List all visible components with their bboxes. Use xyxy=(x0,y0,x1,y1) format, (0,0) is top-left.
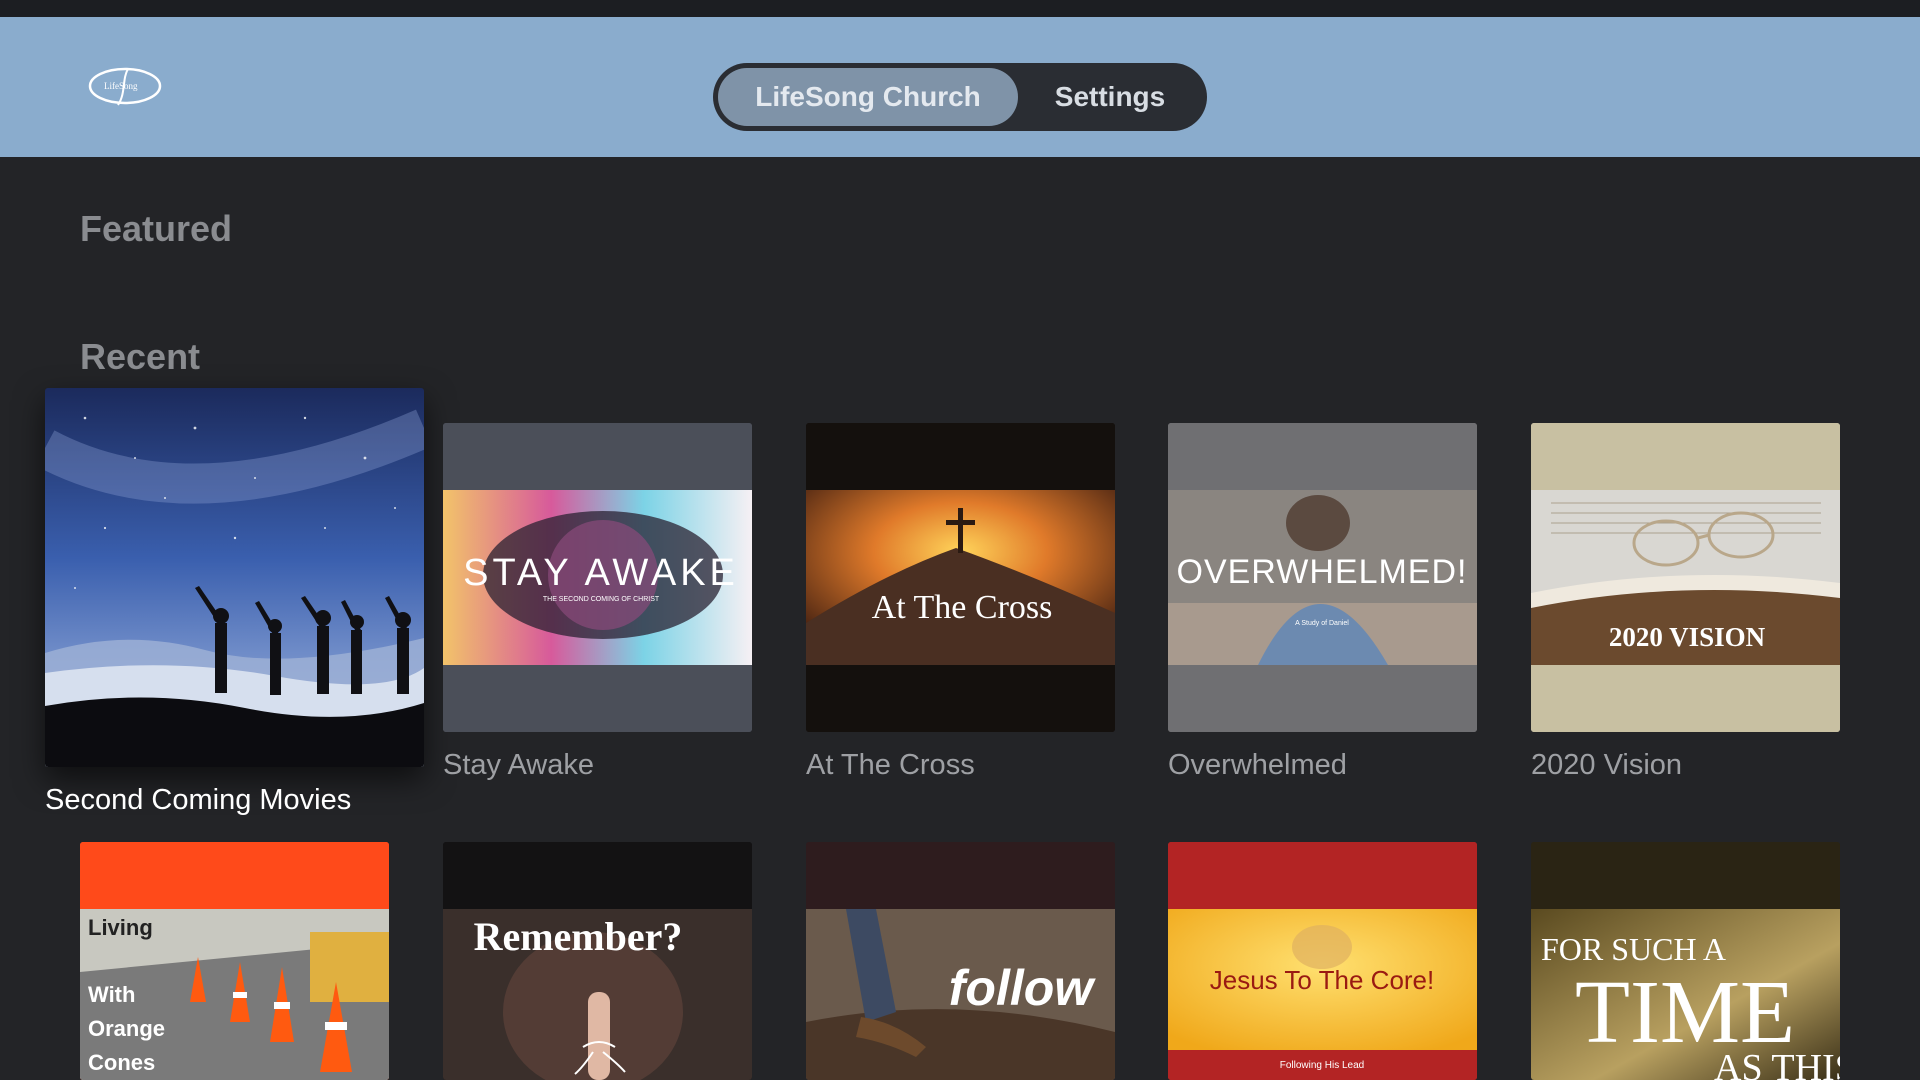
video-title: Stay Awake xyxy=(443,749,595,781)
svg-text:A Study of Daniel: A Study of Daniel xyxy=(1295,620,1349,627)
svg-text:STAY AWAKE: STAY AWAKE xyxy=(463,552,739,594)
recent-section-title: Recent xyxy=(80,336,201,377)
svg-text:Jesus To The Core!: Jesus To The Core! xyxy=(1210,965,1435,995)
svg-text:AS THIS: AS THIS xyxy=(1714,1047,1840,1080)
svg-text:follow: follow xyxy=(949,960,1097,1016)
featured-section-title: Featured xyxy=(80,208,233,249)
eye-artwork-icon: STAY AWAKE THE SECOND COMING OF CHRIST xyxy=(443,423,752,732)
svg-text:THE SECOND COMING OF CHRIST: THE SECOND COMING OF CHRIST xyxy=(543,596,660,603)
apple-core-artwork-icon: Jesus To The Core! Following His Lead xyxy=(1168,842,1477,1080)
svg-text:LifeSong: LifeSong xyxy=(104,81,138,91)
tab-settings[interactable]: Settings xyxy=(1018,68,1202,126)
svg-text:Following His Lead: Following His Lead xyxy=(1280,1060,1365,1071)
video-title: 2020 Vision xyxy=(1531,749,1683,781)
traffic-cones-artwork-icon: Living With Orange Cones xyxy=(80,842,389,1080)
string-on-finger-artwork-icon: Remember? xyxy=(443,842,752,1080)
svg-text:FOR SUCH A: FOR SUCH A xyxy=(1541,931,1726,967)
walking-feet-artwork-icon: follow xyxy=(806,842,1115,1080)
lifesong-logo-icon[interactable]: LifeSong xyxy=(88,65,162,107)
tab-lifesong-church[interactable]: LifeSong Church xyxy=(718,68,1018,126)
top-navigation-bar: LifeSong LifeSong Church Settings xyxy=(0,17,1920,157)
svg-text:Orange: Orange xyxy=(88,1016,165,1041)
video-title: At The Cross xyxy=(806,749,975,781)
svg-text:OVERWHELMED!: OVERWHELMED! xyxy=(1177,553,1468,591)
svg-text:At The Cross: At The Cross xyxy=(872,589,1053,626)
video-title: Second Coming Movies xyxy=(45,784,352,816)
top-bezel-strip xyxy=(0,0,1920,17)
silhouettes-night-sky-icon xyxy=(45,388,424,767)
man-head-in-hands-artwork-icon: OVERWHELMED! A Study of Daniel xyxy=(1168,423,1477,732)
svg-text:2020 VISION: 2020 VISION xyxy=(1609,622,1766,652)
svg-text:Cones: Cones xyxy=(88,1050,155,1075)
svg-text:Living: Living xyxy=(88,915,153,940)
tab-bar: LifeSong Church Settings xyxy=(713,63,1207,131)
time-artwork-icon: FOR SUCH A TIME AS THIS xyxy=(1531,842,1840,1080)
video-title: Overwhelmed xyxy=(1168,749,1347,781)
glasses-on-bible-artwork-icon: 2020 VISION xyxy=(1531,423,1840,732)
svg-text:With: With xyxy=(88,982,135,1007)
cross-on-hill-artwork-icon: At The Cross xyxy=(806,423,1115,732)
svg-text:Remember?: Remember? xyxy=(474,914,683,959)
